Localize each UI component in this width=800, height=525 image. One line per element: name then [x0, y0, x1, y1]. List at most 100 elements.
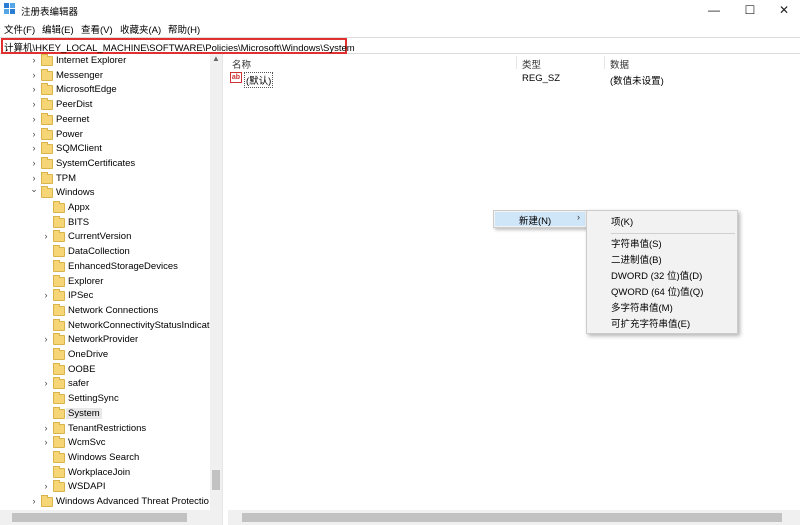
tree-item-label: SystemCertificates	[56, 157, 136, 169]
chevron-right-icon[interactable]: ›	[30, 114, 38, 124]
chevron-right-icon[interactable]: ›	[42, 437, 50, 447]
chevron-right-icon[interactable]: ›	[30, 143, 38, 153]
tree-hscroll-thumb[interactable]	[12, 513, 187, 522]
minimize-icon: —	[708, 3, 720, 17]
title-bar: 注册表编辑器 — ☐ ✕	[0, 0, 800, 20]
column-header-data[interactable]: 数据	[610, 57, 629, 71]
chevron-right-icon[interactable]: ›	[30, 99, 38, 109]
tree-item-label: CurrentVersion	[68, 231, 132, 243]
tree-vertical-scrollbar[interactable]: ▲	[210, 54, 222, 510]
minimize-button[interactable]: —	[697, 0, 731, 20]
chevron-down-icon[interactable]: ⌄	[30, 184, 38, 195]
folder-icon	[53, 274, 65, 287]
tree-item-label: WcmSvc	[68, 437, 106, 449]
submenu-multi-string-value[interactable]: 多字符串值(M)	[611, 300, 673, 314]
tree-item[interactable]: System	[0, 406, 222, 422]
folder-icon	[53, 215, 65, 228]
tree-item[interactable]: Appx	[0, 201, 222, 216]
folder-icon	[41, 171, 53, 184]
value-name[interactable]: (默认)	[244, 72, 274, 88]
folder-icon	[53, 406, 65, 419]
list-hscroll-thumb[interactable]	[242, 513, 782, 522]
tree-item-label: MicrosoftEdge	[56, 84, 117, 96]
address-path[interactable]: 计算机\HKEY_LOCAL_MACHINE\SOFTWARE\Policies…	[4, 40, 355, 54]
menu-view[interactable]: 查看(V)	[81, 22, 113, 36]
scroll-up-arrow-icon[interactable]: ▲	[210, 54, 222, 66]
tree-item-label: EnhancedStorageDevices	[68, 260, 178, 272]
chevron-right-icon[interactable]: ›	[30, 496, 38, 506]
menu-favorites[interactable]: 收藏夹(A)	[120, 22, 161, 36]
tree-item-label: NetworkConnectivityStatusIndicat	[68, 319, 210, 331]
chevron-right-icon[interactable]: ›	[30, 158, 38, 168]
tree-item[interactable]: › Peernet	[0, 112, 222, 128]
tree-item[interactable]: SettingSync	[0, 392, 222, 407]
context-menu-new[interactable]: 新建(N) ›	[495, 212, 585, 227]
folder-icon	[53, 318, 65, 331]
chevron-right-icon[interactable]: ›	[42, 231, 50, 241]
tree-item[interactable]: › Messenger	[0, 68, 222, 84]
chevron-right-icon[interactable]: ›	[42, 334, 50, 344]
folder-icon	[41, 98, 53, 111]
tree-item[interactable]: › WSDAPI	[0, 480, 222, 495]
tree-item[interactable]: › safer	[0, 377, 222, 392]
menu-help[interactable]: 帮助(H)	[168, 22, 200, 36]
chevron-right-icon[interactable]: ›	[42, 378, 50, 388]
tree-item[interactable]: EnhancedStorageDevices	[0, 259, 222, 275]
tree-item[interactable]: NetworkConnectivityStatusIndicat	[0, 318, 222, 334]
menu-edit[interactable]: 编辑(E)	[42, 22, 74, 36]
tree-item[interactable]: DataCollection	[0, 245, 222, 260]
chevron-right-icon[interactable]: ›	[30, 84, 38, 94]
tree-item[interactable]: › Windows Advanced Threat Protectio	[0, 495, 222, 510]
menu-file[interactable]: 文件(F)	[4, 22, 35, 36]
chevron-right-icon[interactable]: ›	[30, 70, 38, 80]
tree-item[interactable]: OOBE	[0, 362, 222, 378]
column-divider[interactable]	[516, 56, 517, 69]
tree-item[interactable]: Network Connections	[0, 303, 222, 319]
submenu-expandable-string-value[interactable]: 可扩充字符串值(E)	[611, 316, 690, 330]
list-horizontal-scrollbar[interactable]	[228, 510, 800, 525]
tree-item[interactable]: › CurrentVersion	[0, 230, 222, 245]
tree-item[interactable]: › SQMClient	[0, 142, 222, 157]
column-header-name[interactable]: 名称	[232, 57, 251, 71]
tree-item[interactable]: › WcmSvc	[0, 436, 222, 451]
close-button[interactable]: ✕	[767, 0, 800, 20]
context-menu-new-label: 新建(N)	[519, 216, 552, 227]
chevron-right-icon[interactable]: ›	[30, 173, 38, 183]
tree-item[interactable]: BITS	[0, 215, 222, 231]
chevron-right-icon[interactable]: ›	[30, 129, 38, 139]
tree-item[interactable]: › Internet Explorer	[0, 54, 222, 69]
tree-item[interactable]: › NetworkProvider	[0, 333, 222, 348]
tree-item[interactable]: › IPSec	[0, 289, 222, 304]
submenu-binary-value[interactable]: 二进制值(B)	[611, 252, 662, 266]
tree-item-label: OneDrive	[68, 349, 109, 360]
maximize-button[interactable]: ☐	[733, 0, 767, 20]
tree-item[interactable]: › SystemCertificates	[0, 156, 222, 172]
chevron-right-icon[interactable]: ›	[42, 290, 50, 300]
tree-item-label: SQMClient	[56, 143, 102, 155]
submenu-key[interactable]: 项(K)	[611, 214, 633, 228]
tree-item[interactable]: ⌄ Windows	[0, 184, 222, 201]
tree-item[interactable]: WorkplaceJoin	[0, 465, 222, 481]
tree-item[interactable]: › Power	[0, 127, 222, 143]
submenu-dword-value[interactable]: DWORD (32 位)值(D)	[611, 268, 702, 282]
tree-item[interactable]: › PeerDist	[0, 98, 222, 113]
submenu-qword-value[interactable]: QWORD (64 位)值(Q)	[611, 284, 703, 298]
tree-item[interactable]: Windows Search	[0, 450, 222, 466]
address-bar[interactable]: 计算机\HKEY_LOCAL_MACHINE\SOFTWARE\Policies…	[0, 37, 800, 54]
submenu-string-value[interactable]: 字符串值(S)	[611, 236, 662, 250]
chevron-right-icon[interactable]: ›	[42, 481, 50, 491]
folder-icon	[53, 259, 65, 272]
column-header-type[interactable]: 类型	[522, 57, 541, 71]
tree-item[interactable]: Explorer	[0, 274, 222, 290]
tree-item-label: NetworkProvider	[68, 334, 139, 346]
registry-tree[interactable]: › Internet Explorer › Messenger › MicrosoftEd…	[0, 54, 222, 525]
tree-scroll-thumb[interactable]	[212, 470, 220, 490]
tree-item[interactable]: › TenantRestrictions	[0, 421, 222, 437]
tree-item[interactable]: › MicrosoftEdge	[0, 83, 222, 98]
chevron-right-icon[interactable]: ›	[30, 55, 38, 65]
tree-horizontal-scrollbar[interactable]	[0, 510, 222, 525]
tree-item[interactable]: OneDrive	[0, 348, 222, 363]
window-title: 注册表编辑器	[21, 7, 79, 18]
column-divider[interactable]	[604, 56, 605, 69]
chevron-right-icon[interactable]: ›	[42, 423, 50, 433]
